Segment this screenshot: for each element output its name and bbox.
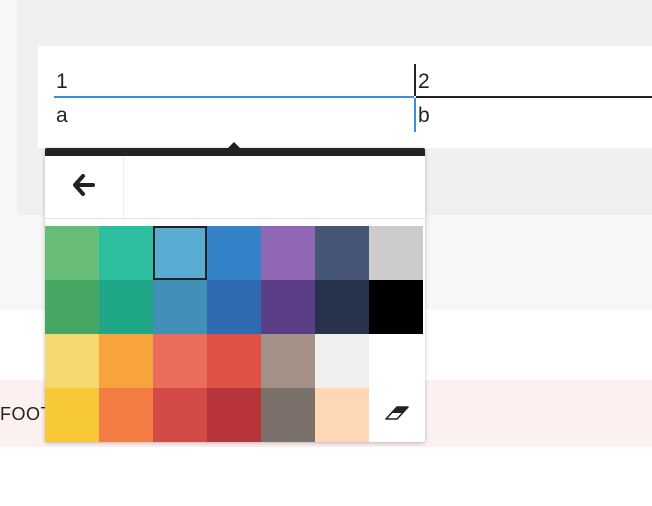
- color-swatch[interactable]: [207, 226, 261, 280]
- color-swatch[interactable]: [153, 388, 207, 442]
- color-swatch-grid: [45, 226, 425, 442]
- color-swatch[interactable]: [153, 226, 207, 280]
- color-swatch[interactable]: [99, 280, 153, 334]
- color-swatch[interactable]: [99, 334, 153, 388]
- color-swatch[interactable]: [99, 226, 153, 280]
- row-border: [416, 96, 652, 98]
- table-cell-1[interactable]: 1: [56, 70, 68, 94]
- color-swatch[interactable]: [369, 334, 423, 388]
- color-swatch[interactable]: [45, 334, 99, 388]
- color-swatch[interactable]: [369, 280, 423, 334]
- color-swatch[interactable]: [45, 280, 99, 334]
- color-swatch[interactable]: [207, 334, 261, 388]
- color-swatch[interactable]: [153, 280, 207, 334]
- color-swatch[interactable]: [45, 388, 99, 442]
- column-divider: [414, 64, 416, 96]
- color-swatch[interactable]: [315, 280, 369, 334]
- color-swatch[interactable]: [315, 334, 369, 388]
- table-cell-a[interactable]: a: [56, 104, 68, 128]
- picker-header: [45, 156, 425, 219]
- color-swatch[interactable]: [261, 388, 315, 442]
- color-swatch[interactable]: [261, 334, 315, 388]
- color-swatch[interactable]: [261, 226, 315, 280]
- color-swatch[interactable]: [261, 280, 315, 334]
- selected-column-border: [414, 98, 416, 132]
- picker-top-bar: [45, 148, 425, 156]
- color-picker-popup: [45, 148, 425, 442]
- table: 1 2 a b: [38, 46, 652, 148]
- color-swatch[interactable]: [45, 226, 99, 280]
- color-swatch[interactable]: [369, 226, 423, 280]
- table-cell-2[interactable]: 2: [418, 70, 430, 94]
- color-swatch[interactable]: [207, 280, 261, 334]
- table-cell-b[interactable]: b: [418, 104, 430, 128]
- color-swatch[interactable]: [99, 388, 153, 442]
- eraser-icon: [384, 404, 410, 427]
- color-swatch[interactable]: [315, 226, 369, 280]
- eraser-button[interactable]: [370, 388, 424, 442]
- color-swatch[interactable]: [153, 334, 207, 388]
- arrow-left-icon: [72, 173, 96, 201]
- color-swatch[interactable]: [207, 388, 261, 442]
- color-swatch[interactable]: [315, 388, 369, 442]
- back-button[interactable]: [45, 156, 124, 218]
- selected-row-border: [54, 96, 414, 98]
